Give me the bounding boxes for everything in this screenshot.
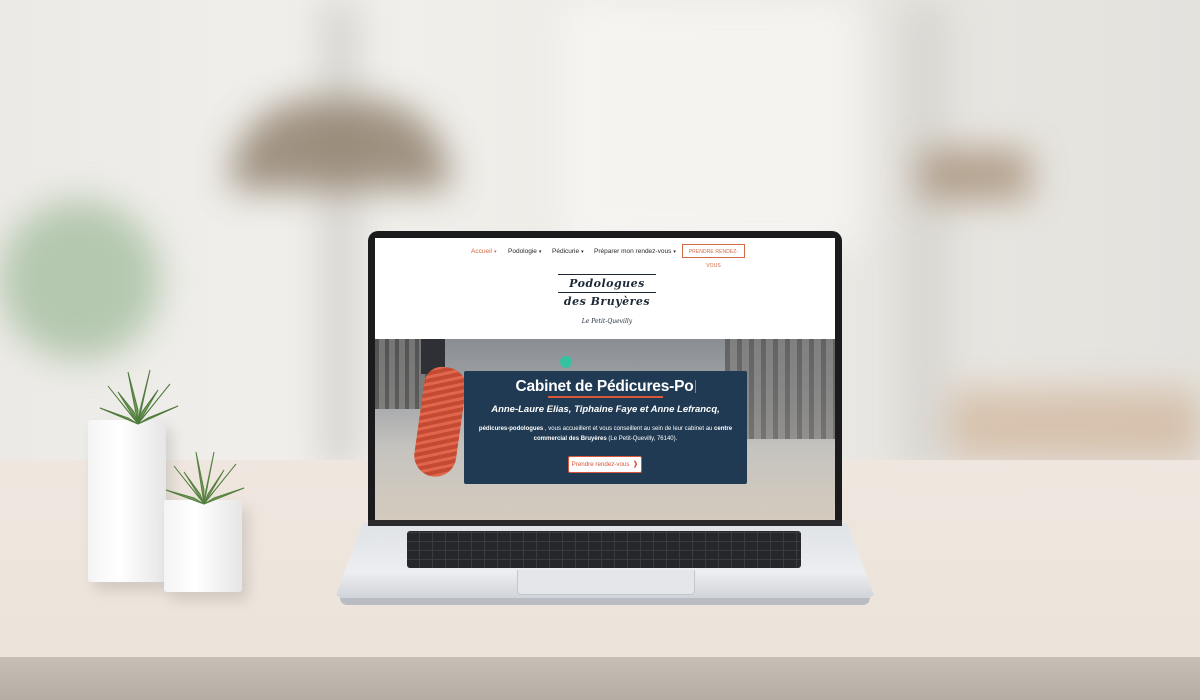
logo-line1: Podologues bbox=[569, 277, 645, 290]
nav-item-label: Podologie bbox=[508, 248, 537, 255]
hero-title-underline bbox=[548, 396, 663, 398]
hero-appointment-button[interactable]: Prendre rendez-vous ❱ bbox=[568, 456, 642, 473]
site-logo[interactable]: Podologues des Bruyères bbox=[558, 272, 656, 308]
laptop-screen: Accueil ▾ Podologie ▾ Pédicurie ▾ Préparer … bbox=[375, 238, 835, 520]
background-plant bbox=[0, 200, 160, 360]
logo-subtitle: Le Petit-Quevilly bbox=[581, 318, 633, 325]
background-pillar bbox=[320, 0, 360, 470]
typing-cursor bbox=[694, 380, 696, 393]
laptop-trackpad bbox=[517, 570, 695, 595]
hero-button-label: Prendre rendez-vous bbox=[571, 461, 630, 468]
background-lamp bbox=[230, 100, 450, 190]
hero-title: Cabinet de Pédicures-Po bbox=[464, 378, 747, 396]
background-furniture bbox=[950, 390, 1200, 460]
hero-description: pédicures-podologues , vous accueillent … bbox=[476, 424, 735, 444]
background-pillar bbox=[900, 0, 950, 470]
plant-pot-short bbox=[164, 500, 242, 592]
hero-practitioners: Anne-Laure Elias, Tiphaine Faye et Anne … bbox=[491, 404, 720, 415]
chevron-down-icon: ▾ bbox=[581, 249, 584, 255]
hero-card: Cabinet de Pédicures-Po Anne-Laure Elias… bbox=[464, 371, 747, 484]
chevron-down-icon: ▾ bbox=[673, 249, 676, 255]
chevron-down-icon: ▾ bbox=[538, 249, 542, 255]
site-nav: Accueil ▾ Podologie ▾ Pédicurie ▾ Préparer … bbox=[375, 244, 835, 269]
background-shelf bbox=[920, 150, 1030, 200]
nav-item-label: Accueil bbox=[471, 248, 492, 255]
desk-edge bbox=[0, 657, 1200, 700]
hero-desc-bold: pédicures-podologues bbox=[478, 426, 544, 432]
plant-pot-tall bbox=[88, 420, 166, 582]
chevron-down-icon: ▾ bbox=[493, 249, 497, 255]
hero-desc-text: (Le Petit-Quevilly, 76140). bbox=[606, 436, 678, 442]
logo-line2: des Bruyères bbox=[563, 295, 651, 308]
hero-section: Cabinet de Pédicures-Po Anne-Laure Elias… bbox=[375, 339, 835, 520]
nav-item-podologie[interactable]: Podologie ▾ bbox=[508, 248, 541, 255]
background-window bbox=[560, 0, 860, 250]
nav-item-accueil[interactable]: Accueil ▾ bbox=[471, 248, 496, 255]
logo-rule bbox=[558, 274, 656, 275]
nav-item-label: Pédicurie bbox=[552, 248, 580, 255]
succulent-icon bbox=[165, 451, 245, 505]
nav-appointment-button[interactable]: PRENDRE RENDEZ-VOUS bbox=[682, 244, 745, 269]
nav-item-pedicurie[interactable]: Pédicurie ▾ bbox=[552, 248, 584, 255]
logo-rule bbox=[558, 292, 656, 293]
nav-item-preparer-rdv[interactable]: Préparer mon rendez-vous ▾ bbox=[594, 248, 676, 255]
hero-desc-text: , vous accueillent et vous conseillent a… bbox=[543, 426, 715, 432]
succulent-icon bbox=[99, 369, 179, 425]
laptop-base-edge bbox=[340, 598, 870, 605]
hero-light-spot bbox=[560, 356, 572, 368]
footprint-icon: ❱ bbox=[632, 461, 639, 468]
laptop-keyboard bbox=[407, 531, 801, 568]
nav-item-label: Préparer mon rendez-vous bbox=[594, 248, 672, 255]
laptop-hinge bbox=[368, 520, 842, 526]
hero-title-text: Cabinet de Pédicures-Po bbox=[515, 378, 694, 395]
